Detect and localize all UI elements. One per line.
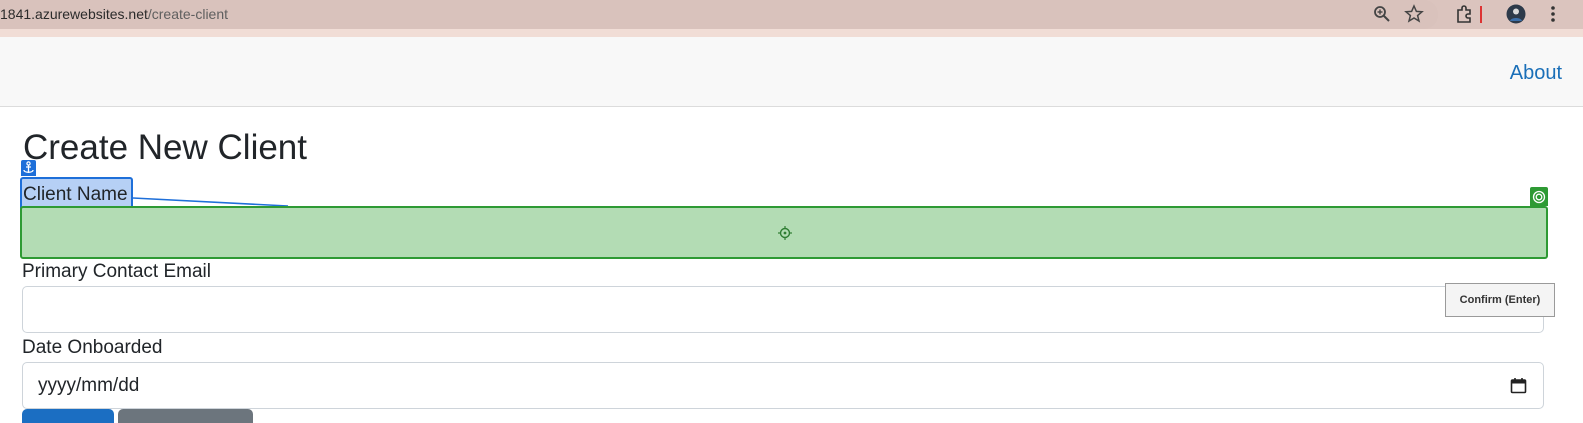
email-label: Primary Contact Email	[22, 261, 211, 282]
client-name-input[interactable]	[20, 206, 1548, 259]
date-input[interactable]: yyyy/mm/dd	[22, 362, 1544, 409]
date-label: Date Onboarded	[22, 337, 163, 358]
email-input[interactable]	[22, 286, 1544, 333]
confirm-button[interactable]: Confirm (Enter)	[1445, 283, 1555, 317]
crosshair-icon	[778, 226, 792, 245]
date-placeholder: yyyy/mm/dd	[38, 375, 140, 396]
target-icon	[1530, 187, 1548, 206]
calendar-icon[interactable]	[1510, 377, 1527, 394]
